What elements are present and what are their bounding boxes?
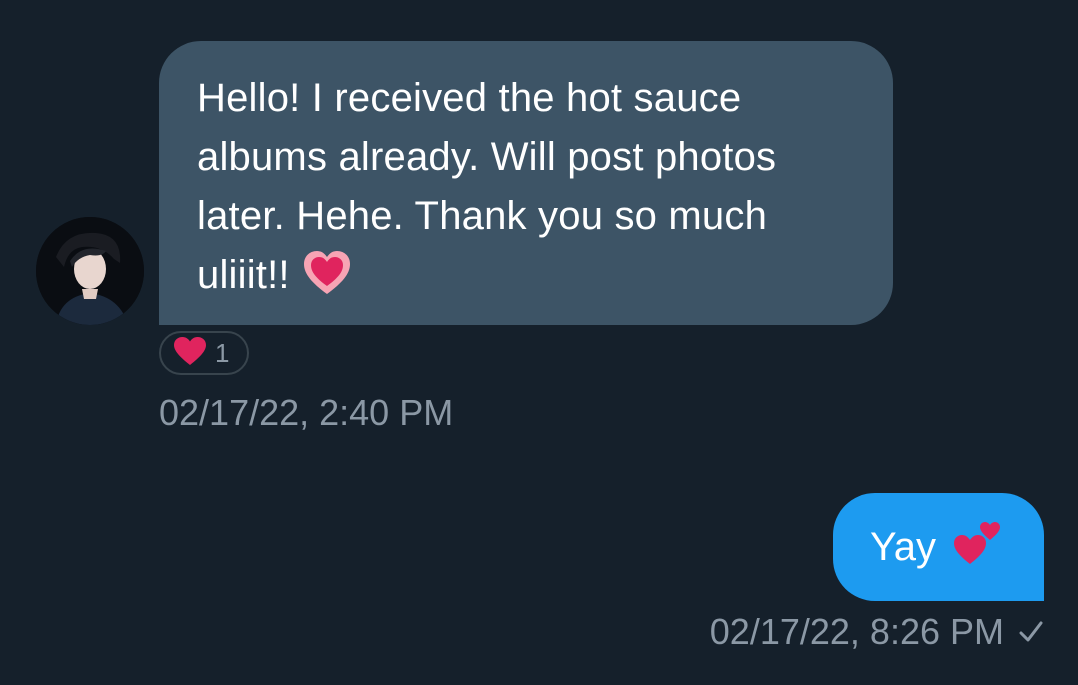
reaction-count: 1	[215, 337, 230, 368]
two-hearts-emoji-icon	[952, 518, 1004, 576]
message-line-text: uliiit!!	[197, 253, 290, 297]
message-line: albums already. Will post photos	[197, 135, 777, 179]
sent-timestamp: 02/17/22, 8:26 PM	[709, 611, 1004, 652]
heart-emoji-icon	[302, 250, 352, 313]
sent-message-text: Yay	[870, 524, 936, 569]
sender-avatar[interactable]	[36, 217, 144, 325]
dm-conversation: Hello! I received the hot sauce albums a…	[0, 0, 1078, 685]
sent-checkmark-icon	[1018, 611, 1044, 653]
sent-timestamp-row: 02/17/22, 8:26 PM	[710, 611, 1044, 653]
message-line: Hello! I received the hot sauce	[197, 76, 742, 120]
avatar-image	[36, 217, 144, 325]
received-timestamp: 02/17/22, 2:40 PM	[159, 392, 454, 433]
sent-message-bubble[interactable]: Yay	[833, 493, 1044, 601]
received-message-bubble[interactable]: Hello! I received the hot sauce albums a…	[159, 41, 893, 325]
message-line-last: uliiit!!	[197, 246, 855, 313]
red-heart-icon	[173, 336, 207, 371]
reaction-badge[interactable]: 1	[159, 331, 249, 375]
message-line: later. Hehe. Thank you so much	[197, 194, 768, 238]
